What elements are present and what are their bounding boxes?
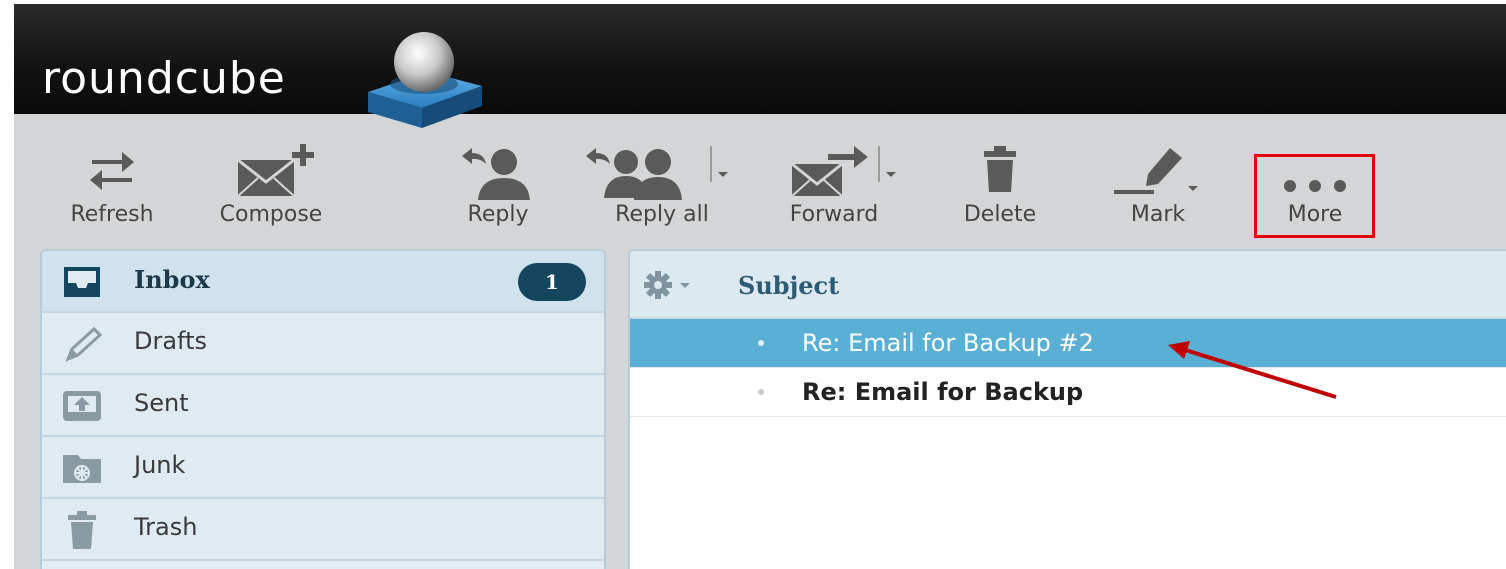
trash-icon [984, 146, 1016, 192]
folder-inbox[interactable]: Inbox 1 [42, 251, 604, 313]
more-highlight-box [1254, 154, 1375, 238]
message-list-header: Subject [630, 251, 1506, 319]
folder-junk[interactable]: Junk [42, 437, 604, 499]
reply-all-icon [586, 148, 682, 200]
compose-button[interactable]: Compose [208, 144, 334, 239]
folder-label: Sent [134, 389, 189, 417]
reply-label: Reply [467, 202, 529, 227]
logo-text: roundcube [42, 53, 286, 104]
reply-all-dropdown-icon[interactable] [710, 144, 732, 184]
highlighter-icon [1114, 148, 1198, 194]
folder-trash[interactable]: Trash [42, 499, 604, 561]
mark-label: Mark [1130, 202, 1186, 227]
forward-icon [791, 146, 868, 197]
header-bar: roundcube [14, 4, 1506, 128]
message-row[interactable]: Re: Email for Backup #2 [630, 319, 1506, 368]
message-subject: Re: Email for Backup #2 [802, 329, 1094, 357]
annotation-arrow-icon [1168, 341, 1337, 399]
roundcube-window: roundcube Refresh Compose Reply Reply al… [14, 4, 1506, 569]
folder-label: Inbox [134, 265, 210, 294]
reply-all-button[interactable]: Reply all [586, 144, 720, 239]
compose-label: Compose [219, 202, 323, 227]
reply-all-label: Reply all [615, 202, 709, 227]
unread-count-badge: 1 [518, 263, 586, 301]
refresh-icon [90, 152, 134, 190]
message-list: Subject Re: Email for Backup #2 Re: Emai… [628, 249, 1506, 569]
refresh-button[interactable]: Refresh [60, 144, 164, 239]
message-row[interactable]: Re: Email for Backup [630, 368, 1506, 417]
mark-button[interactable]: Mark [1112, 144, 1204, 239]
inbox-icon [64, 267, 100, 297]
reply-icon [462, 148, 530, 200]
folder-label: Drafts [134, 327, 207, 355]
folder-label: Junk [134, 451, 186, 479]
junk-icon [63, 455, 101, 483]
sent-tray-icon [63, 391, 101, 421]
subject-column-header[interactable]: Subject [738, 271, 839, 300]
forward-button[interactable]: Forward [780, 144, 888, 239]
message-status-dot [758, 340, 764, 346]
trash-icon [68, 511, 96, 549]
message-subject: Re: Email for Backup [802, 378, 1084, 406]
pencil-icon [65, 326, 103, 362]
refresh-label: Refresh [70, 202, 154, 227]
forward-dropdown-icon[interactable] [878, 144, 900, 184]
message-status-dot [758, 389, 764, 395]
delete-label: Delete [963, 202, 1037, 227]
folder-drafts[interactable]: Drafts [42, 313, 604, 375]
toolbar: Refresh Compose Reply Reply all Forward … [14, 114, 1506, 254]
folder-sent[interactable]: Sent [42, 375, 604, 437]
compose-icon [237, 144, 314, 197]
folder-list: Inbox 1 Drafts Sent Junk Trash [40, 249, 606, 569]
delete-button[interactable]: Delete [956, 144, 1044, 239]
folder-label: Trash [134, 513, 198, 541]
forward-label: Forward [789, 202, 879, 227]
reply-button[interactable]: Reply [458, 144, 538, 239]
list-options-gear-icon[interactable] [642, 271, 704, 299]
